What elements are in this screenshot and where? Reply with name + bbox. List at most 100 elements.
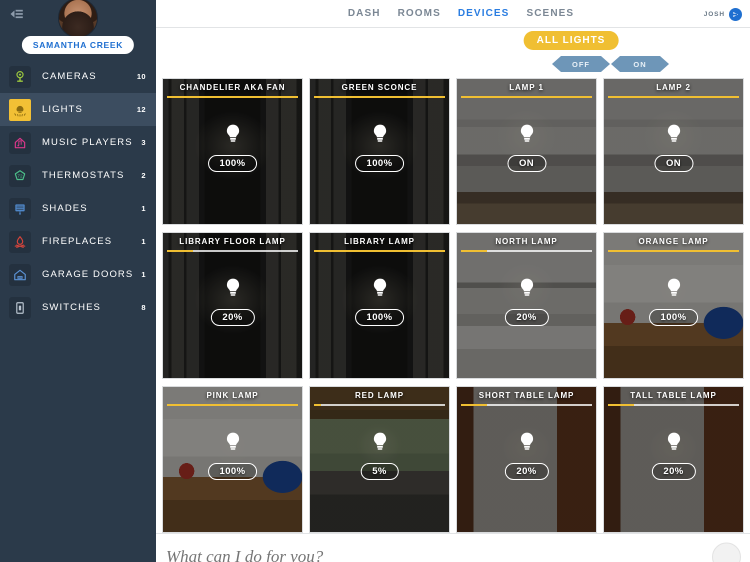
sidebar-item-count: 1 xyxy=(141,204,146,213)
sidebar-item-fireplaces[interactable]: FIREPLACES 1 xyxy=(0,225,156,258)
device-name: LAMP 2 xyxy=(656,83,691,92)
device-card[interactable]: LIBRARY LAMP 100% xyxy=(309,232,450,379)
brightness-slider[interactable] xyxy=(461,250,592,252)
sidebar-item-count: 3 xyxy=(141,138,146,147)
device-card[interactable]: GREEN SCONCE 100% xyxy=(309,78,450,225)
device-state-badge[interactable]: 20% xyxy=(504,308,549,326)
fireplace-icon xyxy=(9,230,31,253)
device-card[interactable]: RED LAMP 5% xyxy=(309,386,450,533)
light-bulb-icon xyxy=(371,431,389,460)
light-bulb-icon xyxy=(224,431,242,460)
tab-dash[interactable]: DASH xyxy=(348,8,381,19)
mic-button-icon[interactable] xyxy=(712,542,741,562)
all-lights-title[interactable]: ALL LIGHTS xyxy=(523,31,619,50)
device-state-badge[interactable]: 100% xyxy=(207,462,258,480)
device-state-badge[interactable]: 20% xyxy=(651,462,696,480)
light-bulb-icon-glyph xyxy=(14,105,26,117)
switch-icon xyxy=(9,296,31,319)
device-card[interactable]: ORANGE LAMP 100% xyxy=(603,232,744,379)
brand-label: JOSH xyxy=(703,10,725,18)
light-bulb-icon xyxy=(665,277,683,306)
device-state-badge[interactable]: 100% xyxy=(354,308,405,326)
sidebar-item-count: 10 xyxy=(136,72,146,81)
all-lights-off-button[interactable]: OFF xyxy=(552,56,610,72)
sidebar-item-label: GARAGE DOORS xyxy=(42,269,134,280)
app-root: SAMANTHA CREEK CAMERAS 10 LIGHTS 12 MUSIC PL… xyxy=(0,0,750,562)
brightness-slider[interactable] xyxy=(167,404,298,406)
thermostat-icon: 72 xyxy=(9,164,31,187)
brightness-slider[interactable] xyxy=(167,96,298,98)
brightness-slider-fill xyxy=(608,250,739,252)
brightness-slider[interactable] xyxy=(314,96,445,98)
device-state-badge[interactable]: 5% xyxy=(360,462,399,480)
sidebar-item-switches[interactable]: SWITCHES 8 xyxy=(0,291,156,324)
sidebar-item-music-players[interactable]: MUSIC PLAYERS 3 xyxy=(0,126,156,159)
device-card[interactable]: LAMP 2 ON xyxy=(603,78,744,225)
device-grid: CHANDELIER AKA FAN 100% GREEN SCONCE 100% LA… xyxy=(156,78,750,533)
photo-dim-overlay xyxy=(604,79,743,224)
brand-block[interactable]: JOSH xyxy=(704,0,742,28)
svg-text:72: 72 xyxy=(17,173,23,178)
sidebar-item-count: 1 xyxy=(141,237,146,246)
device-name: NORTH LAMP xyxy=(495,237,558,246)
device-name: GREEN SCONCE xyxy=(341,83,418,92)
photo-dim-overlay xyxy=(163,79,302,224)
top-nav: DASH ROOMS DEVICES SCENES xyxy=(332,8,574,19)
all-lights-on-button[interactable]: ON xyxy=(611,56,669,72)
sidebar-item-lights[interactable]: LIGHTS 12 xyxy=(0,93,156,126)
photo-dim-overlay xyxy=(163,233,302,378)
device-card[interactable]: TALL TABLE LAMP 20% xyxy=(603,386,744,533)
brightness-slider[interactable] xyxy=(314,250,445,252)
photo-dim-overlay xyxy=(457,233,596,378)
brightness-slider-fill xyxy=(167,96,298,98)
brightness-slider[interactable] xyxy=(461,96,592,98)
device-state-badge[interactable]: 100% xyxy=(354,154,405,172)
sidebar-item-label: CAMERAS xyxy=(42,71,97,82)
brightness-slider[interactable] xyxy=(461,404,592,406)
light-bulb-glyph xyxy=(520,278,533,296)
device-state-badge[interactable]: ON xyxy=(506,154,547,172)
sidebar-item-label: SWITCHES xyxy=(42,302,101,313)
light-bulb-glyph xyxy=(373,432,386,450)
tab-devices[interactable]: DEVICES xyxy=(458,8,510,19)
thermostat-icon-glyph: 72 xyxy=(14,169,26,180)
device-card[interactable]: NORTH LAMP 20% xyxy=(456,232,597,379)
photo-dim-overlay xyxy=(310,387,449,532)
brightness-slider[interactable] xyxy=(608,404,739,406)
device-state-badge[interactable]: 20% xyxy=(504,462,549,480)
device-card[interactable]: PINK LAMP 100% xyxy=(162,386,303,533)
device-state-badge[interactable]: 100% xyxy=(648,308,699,326)
brightness-slider[interactable] xyxy=(608,250,739,252)
brightness-slider[interactable] xyxy=(167,250,298,252)
device-name: LAMP 1 xyxy=(509,83,544,92)
device-state-badge[interactable]: 20% xyxy=(210,308,255,326)
tab-rooms[interactable]: ROOMS xyxy=(398,8,441,19)
switch-icon-glyph xyxy=(16,301,24,314)
music-player-icon-glyph xyxy=(14,137,26,148)
device-state-badge[interactable]: ON xyxy=(653,154,694,172)
sidebar-item-garage-doors[interactable]: GARAGE DOORS 1 xyxy=(0,258,156,291)
photo-dim-overlay xyxy=(310,79,449,224)
device-card[interactable]: CHANDELIER AKA FAN 100% xyxy=(162,78,303,225)
avatar[interactable] xyxy=(58,0,98,38)
sidebar-item-thermostats[interactable]: 72 THERMOSTATS 2 xyxy=(0,159,156,192)
sidebar-item-shades[interactable]: SHADES 1 xyxy=(0,192,156,225)
sidebar-item-count: 12 xyxy=(136,105,146,114)
sidebar-item-cameras[interactable]: CAMERAS 10 xyxy=(0,60,156,93)
device-card[interactable]: LIBRARY FLOOR LAMP 20% xyxy=(162,232,303,379)
light-bulb-icon xyxy=(9,98,31,121)
josh-logo-icon xyxy=(729,7,742,21)
assistant-input[interactable] xyxy=(166,547,686,562)
tab-scenes[interactable]: SCENES xyxy=(526,8,574,19)
top-bar: DASH ROOMS DEVICES SCENES JOSH xyxy=(156,0,750,28)
device-state-badge[interactable]: 100% xyxy=(207,154,258,172)
brightness-slider[interactable] xyxy=(314,404,445,406)
brightness-slider-fill xyxy=(314,96,445,98)
light-bulb-glyph xyxy=(520,124,533,142)
device-card[interactable]: SHORT TABLE LAMP 20% xyxy=(456,386,597,533)
sidebar-item-count: 2 xyxy=(141,171,146,180)
user-name-pill[interactable]: SAMANTHA CREEK xyxy=(21,36,135,54)
brightness-slider[interactable] xyxy=(608,96,739,98)
music-player-icon xyxy=(9,131,31,154)
device-card[interactable]: LAMP 1 ON xyxy=(456,78,597,225)
